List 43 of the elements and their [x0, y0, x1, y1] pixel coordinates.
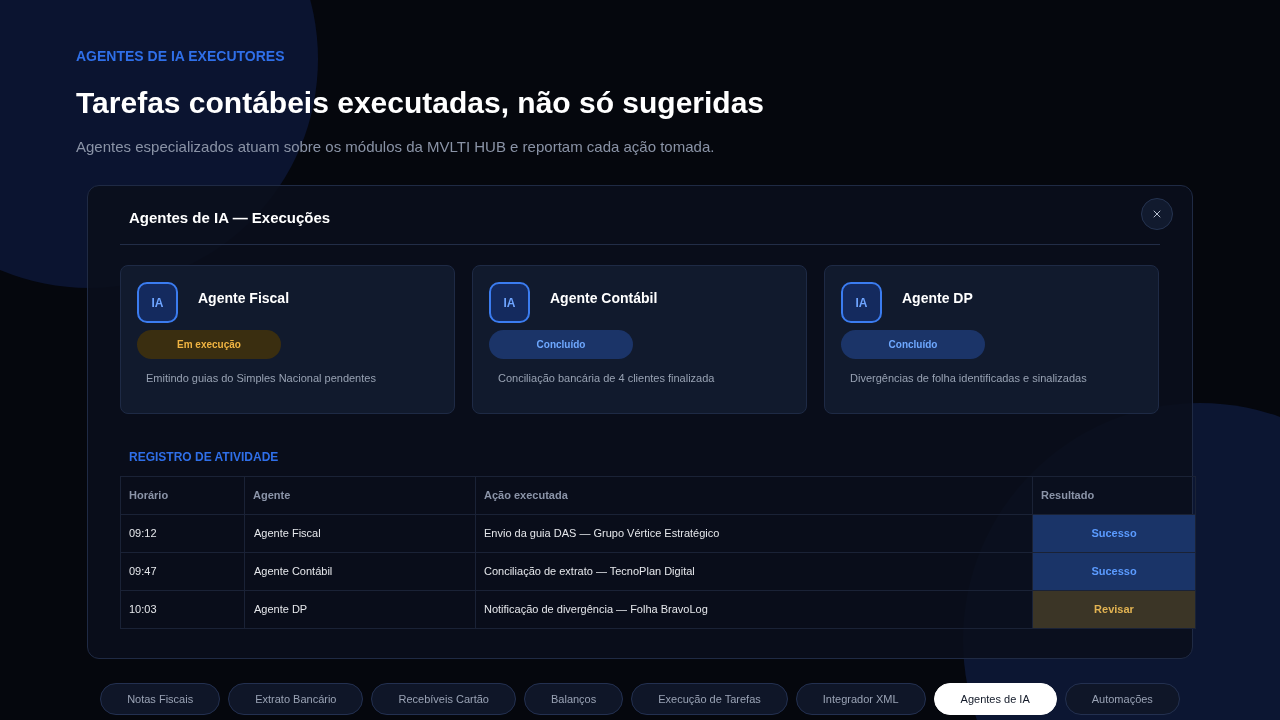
- nav-tab[interactable]: Balanços: [524, 683, 624, 715]
- nav-tab[interactable]: Recebíveis Cartão: [371, 683, 516, 715]
- table-cell: Notificação de divergência — Folha BravoLog: [475, 590, 1033, 629]
- table-cell: Envio da guia DAS — Grupo Vértice Estratégico: [475, 514, 1033, 553]
- agent-avatar: IA: [137, 282, 178, 323]
- table-cell: 09:47: [120, 552, 245, 591]
- section-heading: REGISTRO DE ATIVIDADE: [129, 450, 279, 464]
- status-pill: Concluído: [489, 330, 633, 359]
- column-header: Resultado: [1032, 476, 1196, 515]
- result-cell: Sucesso: [1032, 552, 1196, 591]
- nav-tab[interactable]: Integrador XML: [795, 683, 926, 715]
- page-subtitle: Agentes especializados atuam sobre os módulos da MVLTI HUB e reportam cada ação tomada.: [76, 137, 715, 157]
- nav-tab[interactable]: Execução de Tarefas: [631, 683, 788, 715]
- status-pill: Concluído: [841, 330, 985, 359]
- agent-description: Conciliação bancária de 4 clientes finalizada: [498, 371, 715, 385]
- result-cell: Revisar: [1032, 590, 1196, 629]
- agent-description: Divergências de folha identificadas e sinalizadas: [850, 371, 1087, 385]
- table-cell: Agente Contábil: [244, 552, 476, 591]
- page-title: Tarefas contábeis executadas, não só sugeridas: [76, 85, 765, 121]
- agent-avatar: IA: [841, 282, 882, 323]
- agent-description: Emitindo guias do Simples Nacional pendentes: [146, 371, 376, 385]
- table-cell: Agente DP: [244, 590, 476, 629]
- close-icon: [1151, 208, 1163, 220]
- section-eyebrow: AGENTES DE IA EXECUTORES: [76, 47, 285, 65]
- nav-tab[interactable]: Extrato Bancário: [228, 683, 364, 715]
- table-cell: 10:03: [120, 590, 245, 629]
- column-header: Agente: [244, 476, 476, 515]
- result-cell: Sucesso: [1032, 514, 1196, 553]
- close-button[interactable]: [1141, 198, 1173, 230]
- nav-tab[interactable]: Automações: [1064, 683, 1180, 715]
- table-cell: 09:12: [120, 514, 245, 553]
- agent-name: Agente DP: [902, 289, 973, 307]
- column-header: Ação executada: [475, 476, 1033, 515]
- nav-tab[interactable]: Agentes de IA: [933, 683, 1057, 715]
- status-pill: Em execução: [137, 330, 281, 359]
- dialog-title: Agentes de IA — Execuções: [128, 207, 331, 228]
- table-cell: Conciliação de extrato — TecnoPlan Digital: [475, 552, 1033, 591]
- agent-name: Agente Fiscal: [198, 289, 290, 307]
- nav-tab[interactable]: Notas Fiscais: [100, 683, 221, 715]
- agent-name: Agente Contábil: [550, 289, 658, 307]
- agent-avatar: IA: [489, 282, 530, 323]
- column-header: Horário: [120, 476, 245, 515]
- table-cell: Agente Fiscal: [244, 514, 476, 553]
